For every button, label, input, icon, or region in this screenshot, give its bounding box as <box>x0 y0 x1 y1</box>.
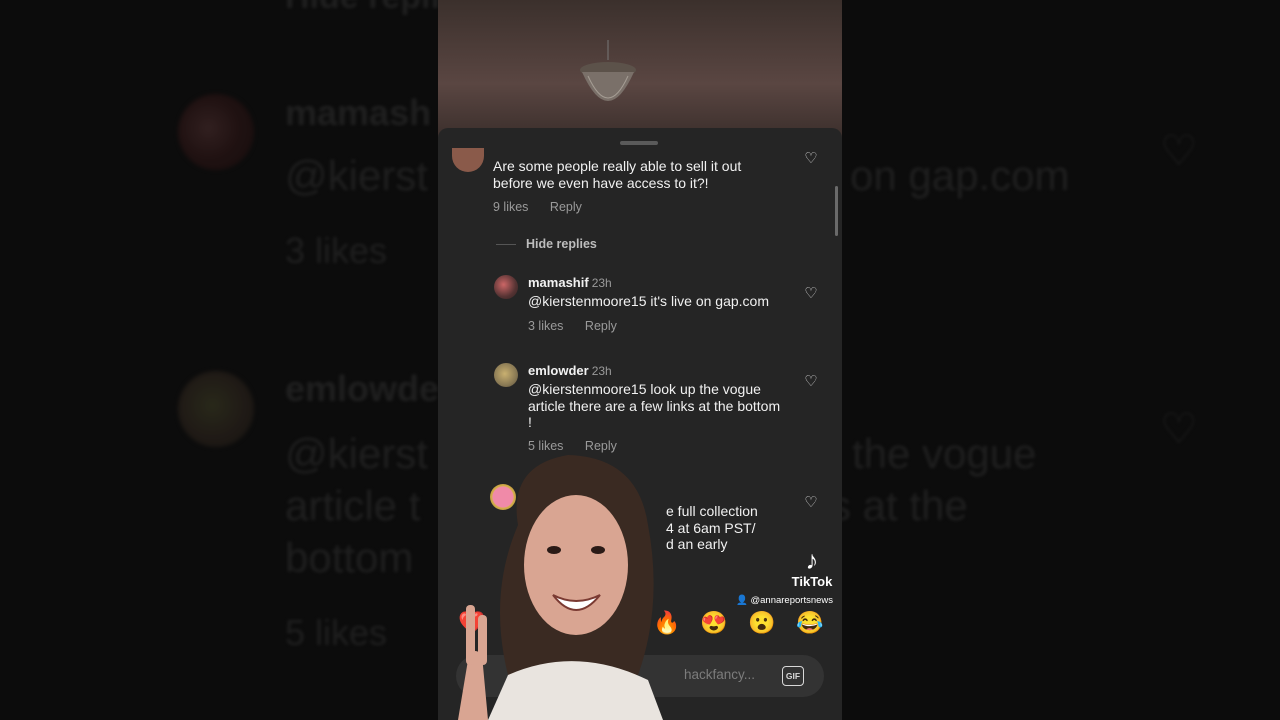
reply-meta: 3 likes Reply <box>528 319 635 333</box>
hide-replies-button[interactable]: Hide replies <box>526 237 597 251</box>
heart-icon[interactable]: ♡ <box>803 372 819 390</box>
username[interactable]: emlowder <box>528 363 589 378</box>
person-icon: 👤 <box>736 595 748 606</box>
like-count: 9 likes <box>493 200 529 214</box>
reply-header: emlowder 23h <box>528 362 612 380</box>
username[interactable]: mamashif <box>528 275 589 290</box>
heart-icon[interactable]: ♡ <box>803 493 819 511</box>
tiktok-brand-label: TikTok <box>791 574 833 589</box>
scrollbar[interactable] <box>835 186 838 236</box>
chandelier-image <box>580 40 636 101</box>
gif-icon[interactable]: GIF <box>782 666 804 686</box>
comment-meta: 9 likes Reply <box>493 200 600 214</box>
emoji-heart-eyes[interactable]: 😍 <box>700 610 727 636</box>
avatar[interactable] <box>494 363 518 387</box>
like-count: 3 likes <box>528 319 564 333</box>
timestamp: 23h <box>591 276 612 290</box>
avatar[interactable] <box>452 148 484 172</box>
creator-handle: 👤 @annareportsnews <box>736 595 834 606</box>
tiktok-watermark: ♪ TikTok <box>788 546 836 589</box>
heart-icon[interactable]: ♡ <box>803 284 819 302</box>
presenter-video-overlay <box>458 455 663 720</box>
avatar[interactable] <box>494 275 518 299</box>
tiktok-logo-icon: ♪ <box>805 545 819 575</box>
heart-icon[interactable]: ♡ <box>803 149 819 167</box>
emoji-surprised[interactable]: 😮 <box>748 610 775 636</box>
timestamp: 23h <box>591 364 612 378</box>
emoji-laughing[interactable]: 😂 <box>796 610 823 636</box>
reply-text: @kierstenmoore15 it's live on gap.com <box>528 293 769 309</box>
sheet-drag-handle[interactable] <box>620 141 658 145</box>
video-background <box>438 0 842 140</box>
reply-button[interactable]: Reply <box>550 200 582 214</box>
comment-input-placeholder: hackfancy... <box>684 667 756 682</box>
reply-button[interactable]: Reply <box>585 319 617 333</box>
reply-header: mamashif 23h <box>528 274 612 292</box>
comment-text: Are some people really able to sell it o… <box>493 158 742 191</box>
reply-text: @kierstenmoore15 look up the vogue artic… <box>528 381 781 430</box>
